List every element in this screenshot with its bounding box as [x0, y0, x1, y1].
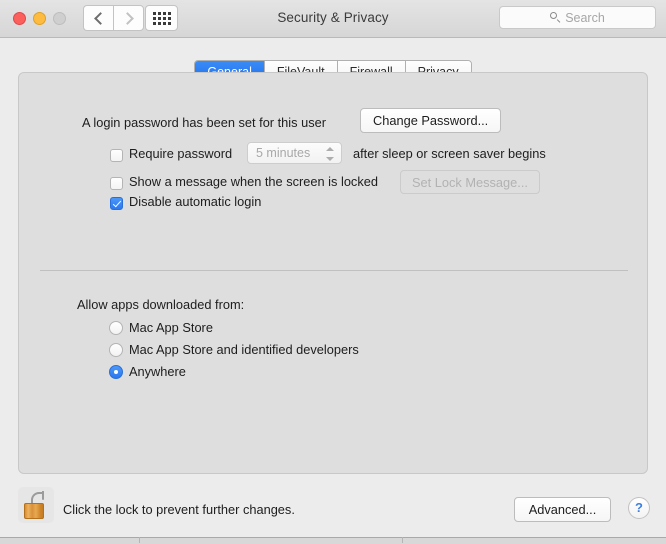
section-divider: [40, 270, 628, 271]
set-lock-message-button: Set Lock Message...: [400, 170, 540, 194]
show-lock-message-checkbox[interactable]: [110, 177, 123, 190]
radio-identified-developers-label: Mac App Store and identified developers: [129, 342, 359, 357]
radio-anywhere[interactable]: [109, 365, 123, 379]
disable-automatic-login-checkbox[interactable]: [110, 197, 123, 210]
search-icon: [550, 12, 561, 23]
require-password-label: Require password: [129, 146, 233, 161]
window-titlebar: Security & Privacy Search: [0, 0, 666, 38]
lock-message-label: Click the lock to prevent further change…: [63, 502, 295, 517]
password-status-label: A login password has been set for this u…: [82, 115, 326, 130]
allow-apps-label: Allow apps downloaded from:: [77, 297, 245, 312]
lock-button[interactable]: [18, 487, 54, 523]
general-tab-panel: A login password has been set for this u…: [18, 72, 648, 474]
show-lock-message-label: Show a message when the screen is locked: [129, 174, 378, 189]
require-password-delay-select: 5 minutes: [247, 142, 342, 164]
require-password-suffix-label: after sleep or screen saver begins: [353, 146, 546, 161]
security-privacy-window: Security & Privacy Search General FileVa…: [0, 0, 666, 537]
stepper-arrows-icon: [326, 147, 334, 161]
require-password-delay-value: 5 minutes: [256, 146, 311, 160]
background-window-divider-2: [402, 537, 403, 543]
change-password-button[interactable]: Change Password...: [360, 108, 502, 133]
radio-mac-app-store-label: Mac App Store: [129, 320, 213, 335]
radio-mac-app-store[interactable]: [109, 321, 123, 335]
help-button[interactable]: ?: [628, 497, 650, 519]
search-input[interactable]: Search: [499, 6, 656, 29]
radio-anywhere-label: Anywhere: [129, 364, 186, 379]
advanced-button[interactable]: Advanced...: [514, 497, 611, 522]
disable-automatic-login-label: Disable automatic login: [129, 194, 262, 209]
radio-identified-developers[interactable]: [109, 343, 123, 357]
require-password-checkbox[interactable]: [110, 149, 123, 162]
background-window-divider-1: [139, 537, 140, 543]
search-placeholder: Search: [565, 10, 605, 25]
unlocked-padlock-icon: [18, 487, 54, 523]
